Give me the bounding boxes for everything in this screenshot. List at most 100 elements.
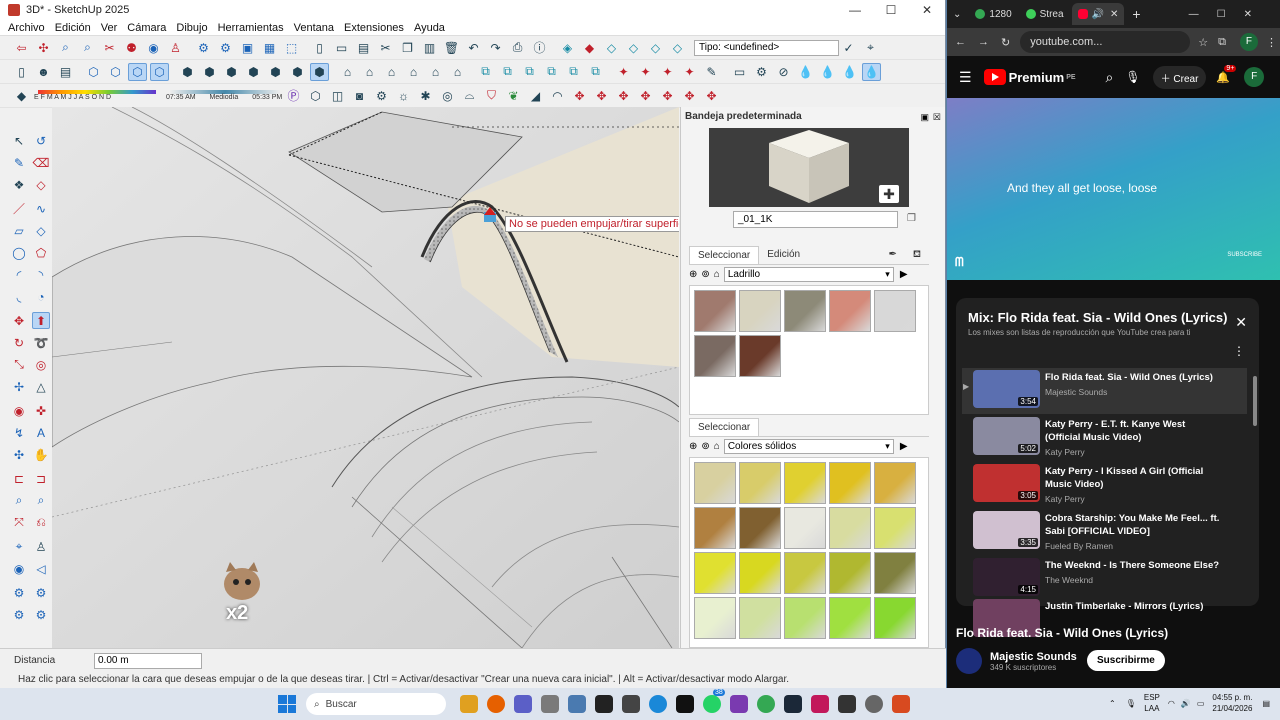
- firefox-icon[interactable]: [487, 695, 505, 713]
- playlist-item[interactable]: 4:15 The Weeknd - Is There Someone Else? T…: [962, 556, 1247, 596]
- material-swatch[interactable]: [829, 552, 871, 594]
- messenger-icon[interactable]: [730, 695, 748, 713]
- style-3-icon[interactable]: ◇: [624, 39, 643, 57]
- axes-tool-icon[interactable]: ↯: [10, 424, 28, 441]
- forward-icon[interactable]: ⊚: [701, 269, 709, 280]
- zoom-tool-icon[interactable]: ⌕: [10, 492, 28, 509]
- drop-icon[interactable]: 💧: [796, 63, 815, 81]
- notifications-icon[interactable]: 🔔 9+: [1216, 64, 1237, 84]
- playlist-item[interactable]: 3:05 Katy Perry - I Kissed A Girl (Offici…: [962, 462, 1247, 508]
- zoom-extents-icon[interactable]: ⤧: [10, 514, 28, 531]
- forward-arrow-icon[interactable]: →: [978, 36, 989, 48]
- clock[interactable]: 04:55 p. m. 21/04/2026: [1212, 692, 1252, 714]
- tab-3-youtube[interactable]: 🔊 ✕: [1071, 3, 1125, 25]
- eyedropper-icon[interactable]: ✒: [880, 246, 904, 264]
- position-camera-icon[interactable]: ⌖: [10, 538, 28, 555]
- chevron-up-icon[interactable]: ⌃: [1109, 699, 1116, 708]
- video-thumbnail[interactable]: 4:15: [973, 558, 1040, 596]
- close-button[interactable]: ✕: [909, 3, 945, 17]
- sandbox-2-icon[interactable]: ✦: [636, 63, 655, 81]
- house-icon[interactable]: ⌂: [338, 63, 357, 81]
- style-4-icon[interactable]: ◇: [646, 39, 665, 57]
- material-swatch[interactable]: [694, 507, 736, 549]
- extension-p-icon[interactable]: Ⓟ: [284, 87, 303, 105]
- add-material-icon[interactable]: ✚: [879, 185, 899, 203]
- freehand-tool-icon[interactable]: ∿: [32, 200, 50, 217]
- material-swatch[interactable]: [739, 507, 781, 549]
- details-arrow-2-icon[interactable]: ▶: [900, 441, 908, 452]
- scale-tool-icon[interactable]: ⤡: [10, 356, 28, 373]
- house-6-icon[interactable]: ⌂: [448, 63, 467, 81]
- 3d-viewport[interactable]: No se pueden empujar/tirar superficies c…: [52, 107, 679, 648]
- warehouse-tool-icon[interactable]: ⚙: [10, 584, 28, 601]
- xray-icon[interactable]: ⬢: [178, 63, 197, 81]
- eraser-small-icon[interactable]: ◆: [12, 87, 31, 105]
- extension-icon[interactable]: ▦: [260, 39, 279, 57]
- photo-icon[interactable]: ◙: [350, 87, 369, 105]
- bridge-icon[interactable]: ⌓: [460, 87, 479, 105]
- axis-4-icon[interactable]: ✥: [636, 87, 655, 105]
- github-icon[interactable]: [865, 695, 883, 713]
- paint-icon[interactable]: ◆: [580, 39, 599, 57]
- file-explorer-icon[interactable]: [460, 695, 478, 713]
- pie-tool-icon[interactable]: ◔: [32, 288, 50, 305]
- pin-icon[interactable]: ▣: [920, 112, 929, 123]
- solid-subtract-icon[interactable]: ⧉: [520, 63, 539, 81]
- style-5-icon[interactable]: ◇: [668, 39, 687, 57]
- menu-archivo[interactable]: Archivo: [8, 22, 45, 34]
- share-2-tool-icon[interactable]: ⚙: [32, 606, 50, 623]
- solid-split-icon[interactable]: ⧉: [564, 63, 583, 81]
- epic-icon[interactable]: [838, 695, 856, 713]
- hide-icon[interactable]: ⊘: [774, 63, 793, 81]
- material-swatch[interactable]: [874, 597, 916, 639]
- chrome-taskbar-icon[interactable]: [757, 695, 775, 713]
- pan-tool-icon[interactable]: ✋: [32, 446, 50, 463]
- open-folder-icon[interactable]: ▭: [332, 39, 351, 57]
- material-swatch[interactable]: [784, 507, 826, 549]
- material-swatch[interactable]: [694, 597, 736, 639]
- start-icon[interactable]: [278, 695, 296, 713]
- print-icon[interactable]: ⎙: [508, 39, 527, 57]
- back-arrow-icon[interactable]: ←: [955, 36, 966, 48]
- zoom-window-icon[interactable]: ⌕: [78, 39, 97, 57]
- axis-7-icon[interactable]: ✥: [702, 87, 721, 105]
- tab-edicion[interactable]: Edición: [759, 246, 808, 264]
- axis-2-icon[interactable]: ✥: [592, 87, 611, 105]
- material-swatch[interactable]: [694, 552, 736, 594]
- circle-tool-icon[interactable]: ◯: [10, 244, 28, 261]
- extension-tool-icon[interactable]: ⚙: [32, 584, 50, 601]
- material-swatch[interactable]: [874, 552, 916, 594]
- menu-ver[interactable]: Ver: [101, 22, 118, 34]
- walk-icon[interactable]: ⚉: [122, 39, 141, 57]
- tape-tool-icon[interactable]: ✢: [10, 378, 28, 395]
- style-2-icon[interactable]: ◇: [602, 39, 621, 57]
- solid-intersect-icon[interactable]: ⧉: [498, 63, 517, 81]
- rectangle-tool-icon[interactable]: ▱: [10, 222, 28, 239]
- tiktok-icon[interactable]: [676, 695, 694, 713]
- material-swatch[interactable]: [784, 597, 826, 639]
- video-player[interactable]: And they all get loose, loose SUBSCRIBE …: [947, 98, 1280, 280]
- menu-ayuda[interactable]: Ayuda: [414, 22, 445, 34]
- house-5-icon[interactable]: ⌂: [426, 63, 445, 81]
- menu-dibujo[interactable]: Dibujo: [176, 22, 207, 34]
- material-swatch[interactable]: [739, 290, 781, 332]
- material-name-field[interactable]: _01_1K: [733, 211, 898, 228]
- video-thumbnail[interactable]: 3:35: [973, 511, 1040, 549]
- chrome-menu-icon[interactable]: ⋮: [1266, 36, 1277, 49]
- leaf-icon[interactable]: ❦: [504, 87, 523, 105]
- section-icon[interactable]: ✂: [100, 39, 119, 57]
- delete-icon[interactable]: 🗑: [442, 39, 461, 57]
- material-swatch[interactable]: [784, 290, 826, 332]
- tab-list-icon[interactable]: ⌄: [953, 9, 961, 20]
- chrome-window-controls[interactable]: —☐✕: [1189, 9, 1270, 20]
- arc-2-tool-icon[interactable]: ◝: [32, 266, 50, 283]
- arc-tool-icon[interactable]: ◜: [10, 266, 28, 283]
- bookmark-star-icon[interactable]: ☆: [1198, 36, 1208, 49]
- monochrome-icon[interactable]: ⬢: [288, 63, 307, 81]
- back-icon[interactable]: ⊕: [689, 269, 697, 280]
- gear-3-icon[interactable]: ✱: [416, 87, 435, 105]
- app-icon[interactable]: [892, 695, 910, 713]
- playlist-item[interactable]: Justin Timberlake - Mirrors (Lyrics): [962, 597, 1247, 637]
- material-swatch[interactable]: [784, 462, 826, 504]
- home-icon[interactable]: ⌂: [714, 269, 720, 280]
